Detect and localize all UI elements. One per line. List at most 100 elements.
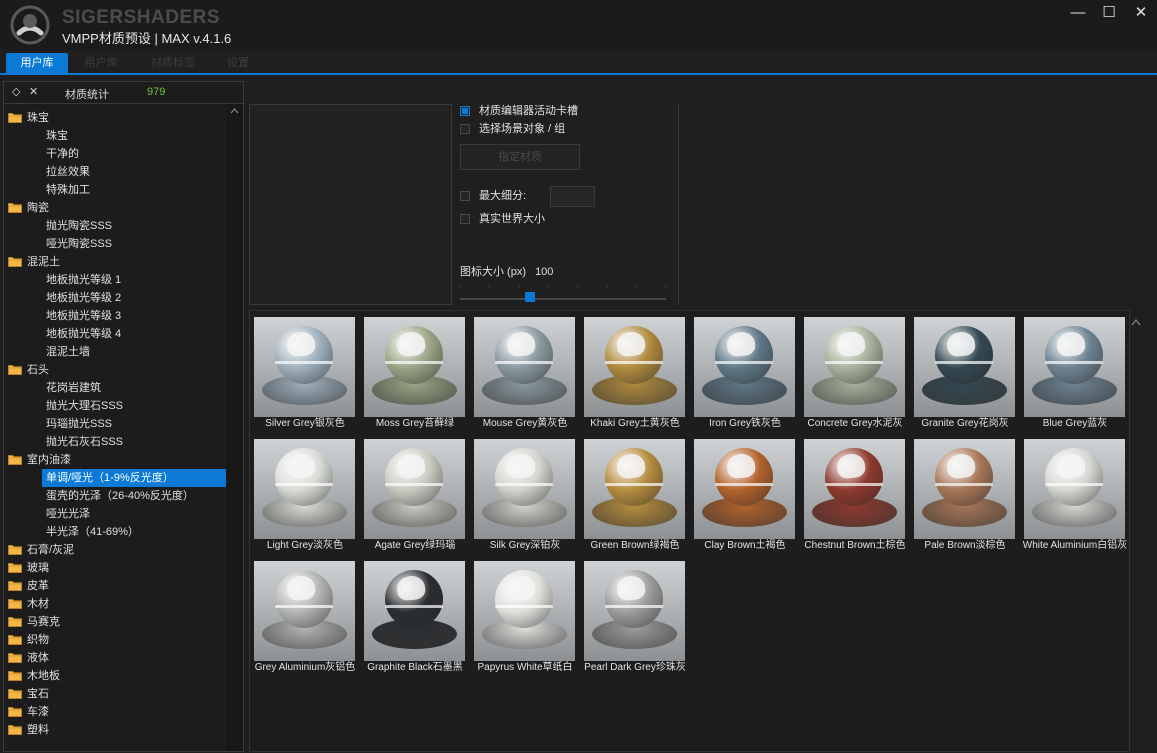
folder-icon — [8, 455, 22, 465]
material-tile[interactable]: Silk Grey深铂灰 — [472, 437, 578, 557]
scene-checkbox[interactable] — [460, 124, 470, 134]
swatch-band — [715, 361, 773, 364]
tree-category[interactable]: 塑料 — [4, 721, 226, 739]
tree-category[interactable]: 马赛克 — [4, 613, 226, 631]
material-tile[interactable]: Khaki Grey土黄灰色 — [582, 315, 688, 435]
folder-icon — [8, 257, 22, 267]
material-tile[interactable]: Moss Grey苔藓绿 — [362, 315, 468, 435]
material-label: Silk Grey深铂灰 — [489, 540, 561, 551]
scroll-up-icon[interactable] — [226, 104, 243, 118]
material-tile[interactable]: Agate Grey绿玛瑙 — [362, 437, 468, 557]
tree-item[interactable]: 花岗岩建筑 — [4, 379, 226, 397]
material-swatch — [584, 561, 685, 661]
slot-checkbox[interactable] — [460, 106, 470, 116]
swatch-band — [605, 605, 663, 608]
tree-item-label: 皮革 — [27, 580, 49, 592]
material-label: Mouse Grey黄灰色 — [482, 418, 568, 429]
tree-item[interactable]: 玛瑙抛光SSS — [4, 415, 226, 433]
material-label: Clay Brown土褐色 — [704, 540, 786, 551]
tab-user-library[interactable]: 用户库 — [72, 53, 130, 73]
real-world-checkbox[interactable] — [460, 214, 470, 224]
material-tile[interactable]: Grey Aluminium灰铝色 — [252, 559, 358, 679]
tree-category[interactable]: 玻璃 — [4, 559, 226, 577]
material-tile[interactable]: Blue Grey蓝灰 — [1022, 315, 1128, 435]
tree-category[interactable]: 室内油漆 — [4, 451, 226, 469]
max-subdiv-input[interactable] — [550, 186, 595, 207]
material-tile[interactable]: Concrete Grey水泥灰 — [802, 315, 908, 435]
swatch-band — [385, 361, 443, 364]
material-tile[interactable]: Graphite Black石墨黑 — [362, 559, 468, 679]
icon-size-slider[interactable] — [458, 281, 670, 303]
material-tile[interactable]: Green Brown绿褐色 — [582, 437, 688, 557]
folder-icon — [8, 545, 22, 555]
folder-icon — [8, 635, 22, 645]
material-tile[interactable]: Pearl Dark Grey珍珠灰 — [582, 559, 688, 679]
tree-item[interactable]: 地板抛光等级 4 — [4, 325, 226, 343]
swatch-band — [495, 483, 553, 486]
tree-category[interactable]: 石头 — [4, 361, 226, 379]
tree-item[interactable]: 半光泽（41-69%） — [4, 523, 226, 541]
tree-item[interactable]: 珠宝 — [4, 127, 226, 145]
option-slot[interactable]: 材质编辑器活动卡槽 — [460, 103, 578, 119]
material-tile[interactable]: Papyrus White草纸白 — [472, 559, 578, 679]
tree-item[interactable]: 抛光石灰石SSS — [4, 433, 226, 451]
grid-scrollbar[interactable] — [1129, 311, 1143, 753]
tree-item-selected[interactable]: 单调/哑光（1-9%反光度） — [42, 469, 226, 487]
material-tile[interactable]: Silver Grey银灰色 — [252, 315, 358, 435]
tree-item[interactable]: 地板抛光等级 3 — [4, 307, 226, 325]
tree-category[interactable]: 车漆 — [4, 703, 226, 721]
material-tile[interactable]: Pale Brown淡棕色 — [912, 437, 1018, 557]
tree-item[interactable]: 哑光光泽 — [4, 505, 226, 523]
material-tile[interactable]: Chestnut Brown土棕色 — [802, 437, 908, 557]
tree-item[interactable]: 特殊加工 — [4, 181, 226, 199]
swatch-band — [605, 361, 663, 364]
max-subdiv-checkbox[interactable] — [460, 191, 470, 201]
close-button[interactable]: ✕ — [1129, 4, 1153, 22]
tree-scrollbar[interactable] — [226, 104, 243, 751]
minimize-button[interactable]: — — [1066, 4, 1090, 22]
tree-category[interactable]: 宝石 — [4, 685, 226, 703]
material-tile[interactable]: Clay Brown土褐色 — [692, 437, 798, 557]
slider-handle[interactable] — [525, 292, 536, 302]
material-tile[interactable]: Mouse Grey黄灰色 — [472, 315, 578, 435]
tree-category[interactable]: 混泥土 — [4, 253, 226, 271]
tree-item-label: 玻璃 — [27, 562, 49, 574]
tree-item[interactable]: 拉丝效果 — [4, 163, 226, 181]
tree-category[interactable]: 皮革 — [4, 577, 226, 595]
pin-icon[interactable]: ◇ — [12, 85, 20, 98]
tree-category[interactable]: 石膏/灰泥 — [4, 541, 226, 559]
option-max-subdiv[interactable]: 最大细分: — [460, 188, 526, 204]
tree-item[interactable]: 哑光陶瓷SSS — [4, 235, 226, 253]
tree-item[interactable]: 干净的 — [4, 145, 226, 163]
maximize-button[interactable]: ☐ — [1097, 4, 1121, 22]
tree-category[interactable]: 液体 — [4, 649, 226, 667]
tree-category[interactable]: 陶瓷 — [4, 199, 226, 217]
tree-item[interactable]: 地板抛光等级 1 — [4, 271, 226, 289]
tree-item[interactable]: 地板抛光等级 2 — [4, 289, 226, 307]
tree-item-label: 哑光光泽 — [46, 508, 90, 520]
tree-category[interactable]: 织物 — [4, 631, 226, 649]
tree-item[interactable]: 抛光陶瓷SSS — [4, 217, 226, 235]
tree-category[interactable]: 珠宝 — [4, 109, 226, 127]
tree-item-label: 玛瑙抛光SSS — [46, 418, 113, 430]
material-tile[interactable]: White Aluminium白铝灰 — [1022, 437, 1128, 557]
material-tile[interactable]: Granite Grey花岗灰 — [912, 315, 1018, 435]
assign-material-button[interactable]: 指定材质 — [460, 144, 580, 170]
swatch-band — [1045, 361, 1103, 364]
tab-user-library-active[interactable]: 用户库 — [6, 53, 68, 73]
tree-item-label: 塑料 — [27, 724, 49, 736]
tree-category[interactable]: 木地板 — [4, 667, 226, 685]
tree-category[interactable]: 木材 — [4, 595, 226, 613]
material-tile[interactable]: Iron Grey铁灰色 — [692, 315, 798, 435]
tab-settings[interactable]: 设置 — [215, 53, 261, 73]
tree-item[interactable]: 抛光大理石SSS — [4, 397, 226, 415]
material-tile[interactable]: Light Grey淡灰色 — [252, 437, 358, 557]
tree-item[interactable]: 蛋壳的光泽（26-40%反光度） — [4, 487, 226, 505]
close-icon[interactable]: ✕ — [29, 85, 38, 98]
option-scene[interactable]: 选择场景对象 / 组 — [460, 121, 565, 137]
material-label: Concrete Grey水泥灰 — [807, 418, 903, 429]
tab-material-tags[interactable]: 材质标签 — [138, 53, 208, 73]
material-label: Moss Grey苔藓绿 — [375, 418, 455, 429]
tree-item[interactable]: 混泥土墙 — [4, 343, 226, 361]
option-real-world[interactable]: 真实世界大小 — [460, 211, 545, 227]
